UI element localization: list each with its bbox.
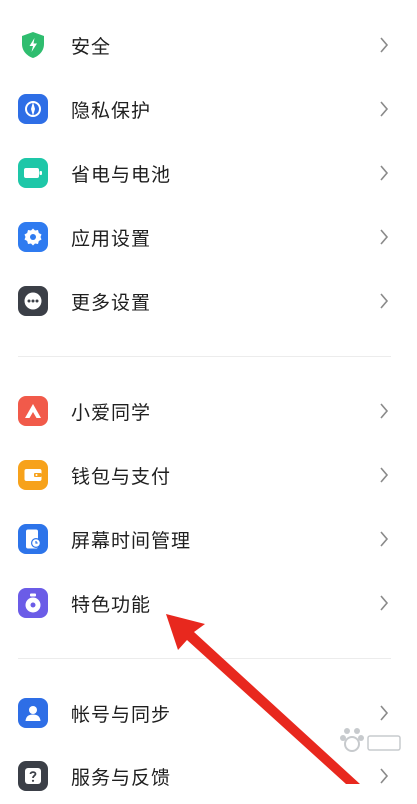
chevron-right-icon	[377, 163, 391, 183]
settings-item-label: 省电与电池	[71, 163, 172, 186]
settings-item-account[interactable]: 帐号与同步	[0, 685, 417, 741]
settings-item-privacy[interactable]: 隐私保护	[0, 81, 417, 137]
settings-item-label: 屏幕时间管理	[71, 529, 192, 552]
chevron-right-icon	[377, 529, 391, 549]
gear-icon	[18, 222, 48, 252]
chevron-right-icon	[377, 401, 391, 421]
settings-item-label: 帐号与同步	[71, 703, 172, 726]
settings-item-label: 小爱同学	[71, 401, 152, 424]
settings-item-label: 安全	[71, 35, 112, 58]
settings-item-security[interactable]: 安全	[0, 17, 417, 73]
battery-icon	[18, 158, 48, 188]
settings-item-battery[interactable]: 省电与电池	[0, 145, 417, 201]
settings-item-screen-time[interactable]: 屏幕时间管理	[0, 511, 417, 567]
settings-item-apps[interactable]: 应用设置	[0, 209, 417, 265]
settings-item-special-features[interactable]: 特色功能	[0, 575, 417, 631]
feedback-icon	[18, 761, 48, 791]
settings-item-wallet[interactable]: 钱包与支付	[0, 447, 417, 503]
shield-icon	[18, 30, 48, 60]
settings-item-label: 更多设置	[71, 291, 152, 314]
settings-item-label: 服务与反馈	[71, 766, 172, 789]
settings-item-service-feedback[interactable]: 服务与反馈	[0, 748, 417, 804]
screen-time-icon	[18, 524, 48, 554]
chevron-right-icon	[377, 99, 391, 119]
section-divider	[18, 356, 391, 357]
account-icon	[18, 698, 48, 728]
chevron-right-icon	[377, 593, 391, 613]
privacy-icon	[18, 94, 48, 124]
settings-item-more[interactable]: 更多设置	[0, 273, 417, 329]
settings-item-label: 应用设置	[71, 227, 152, 250]
chevron-right-icon	[377, 291, 391, 311]
more-dots-icon	[18, 286, 48, 316]
chevron-right-icon	[377, 766, 391, 786]
settings-item-label: 钱包与支付	[71, 465, 172, 488]
settings-item-label: 隐私保护	[71, 99, 152, 122]
wallet-icon	[18, 460, 48, 490]
chevron-right-icon	[377, 227, 391, 247]
settings-item-label: 特色功能	[71, 593, 152, 616]
settings-item-xiaoai[interactable]: 小爱同学	[0, 383, 417, 439]
section-divider	[18, 658, 391, 659]
special-features-icon	[18, 588, 48, 618]
chevron-right-icon	[377, 703, 391, 723]
chevron-right-icon	[377, 465, 391, 485]
chevron-right-icon	[377, 35, 391, 55]
xiaoai-icon	[18, 396, 48, 426]
